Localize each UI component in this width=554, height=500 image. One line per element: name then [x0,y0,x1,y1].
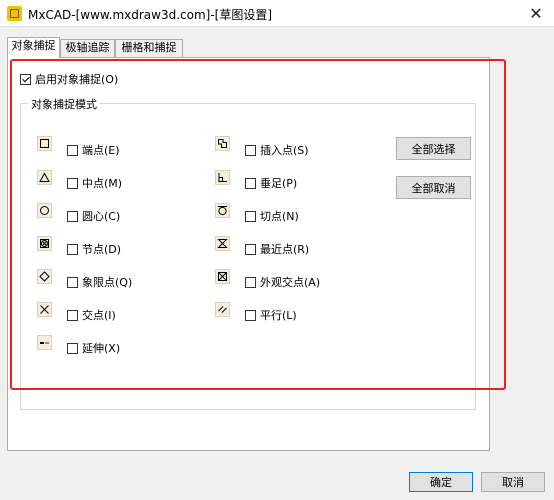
option-insertion-checkbox[interactable] [245,144,256,156]
select-all-button[interactable]: 全部选择 [396,137,471,160]
option-node-label: 节点(D) [82,243,122,256]
option-endpoint-label: 端点(E) [82,144,120,157]
option-insertion-label: 插入点(S) [260,144,309,157]
option-apparent-intersection-label: 外观交点(A) [260,276,321,289]
center-icon [37,203,52,218]
title-bar: MxCAD-[www.mxdraw3d.com]-[草图设置] ✕ [0,0,554,27]
option-endpoint-checkbox[interactable] [67,144,78,156]
parallel-icon [215,302,230,317]
enable-snap-checkbox[interactable]: 启用对象捕捉(O) [20,71,118,87]
enable-snap-box[interactable] [20,73,31,85]
option-node[interactable]: 节点(D) [67,241,121,257]
option-intersection-label: 交点(I) [82,309,116,322]
quadrant-icon [37,269,52,284]
option-quadrant-checkbox[interactable] [67,276,78,288]
option-intersection[interactable]: 交点(I) [67,307,116,323]
option-apparent-intersection[interactable]: 外观交点(A) [245,274,320,290]
option-extension-checkbox[interactable] [67,342,78,354]
option-tangent[interactable]: 切点(N) [245,208,299,224]
tab-polar-tracking[interactable]: 极轴追踪 [60,39,115,57]
option-endpoint[interactable]: 端点(E) [67,142,120,158]
insertion-icon [215,136,230,151]
extension-icon [37,335,52,350]
intersection-icon [37,302,52,317]
option-midpoint-checkbox[interactable] [67,177,78,189]
option-extension[interactable]: 延伸(X) [67,340,120,356]
app-icon [7,6,22,21]
option-tangent-label: 切点(N) [260,210,299,223]
option-apparent-intersection-checkbox[interactable] [245,276,256,288]
tangent-icon [215,203,230,218]
option-perpendicular-label: 垂足(P) [260,177,298,190]
option-perpendicular-checkbox[interactable] [245,177,256,189]
perpendicular-icon [215,170,230,185]
snap-mode-group-title: 对象捕捉模式 [28,96,100,112]
node-icon [37,236,52,251]
ok-button[interactable]: 确定 [409,472,473,492]
apparent-intersection-icon [215,269,230,284]
option-extension-label: 延伸(X) [82,342,121,355]
option-parallel-checkbox[interactable] [245,309,256,321]
option-intersection-checkbox[interactable] [67,309,78,321]
option-nearest-checkbox[interactable] [245,243,256,255]
option-insertion[interactable]: 插入点(S) [245,142,309,158]
option-perpendicular[interactable]: 垂足(P) [245,175,297,191]
option-nearest[interactable]: 最近点(R) [245,241,309,257]
midpoint-icon [37,170,52,185]
tab-object-snap[interactable]: 对象捕捉 [7,37,60,58]
option-center-label: 圆心(C) [82,210,121,223]
option-parallel-label: 平行(L) [260,309,297,322]
option-tangent-checkbox[interactable] [245,210,256,222]
nearest-icon [215,236,230,251]
option-quadrant[interactable]: 象限点(Q) [67,274,132,290]
cancel-button[interactable]: 取消 [481,472,545,492]
option-parallel[interactable]: 平行(L) [245,307,297,323]
option-midpoint[interactable]: 中点(M) [67,175,122,191]
option-midpoint-label: 中点(M) [82,177,123,190]
option-nearest-label: 最近点(R) [260,243,310,256]
clear-all-button[interactable]: 全部取消 [396,176,471,199]
endpoint-icon [37,136,52,151]
option-center-checkbox[interactable] [67,210,78,222]
tab-grid-snap[interactable]: 栅格和捕捉 [115,39,183,57]
option-center[interactable]: 圆心(C) [67,208,120,224]
close-button[interactable]: ✕ [518,0,554,26]
option-quadrant-label: 象限点(Q) [82,276,133,289]
enable-snap-label: 启用对象捕捉(O) [35,73,119,86]
option-node-checkbox[interactable] [67,243,78,255]
window-title: MxCAD-[www.mxdraw3d.com]-[草图设置] [28,8,273,22]
